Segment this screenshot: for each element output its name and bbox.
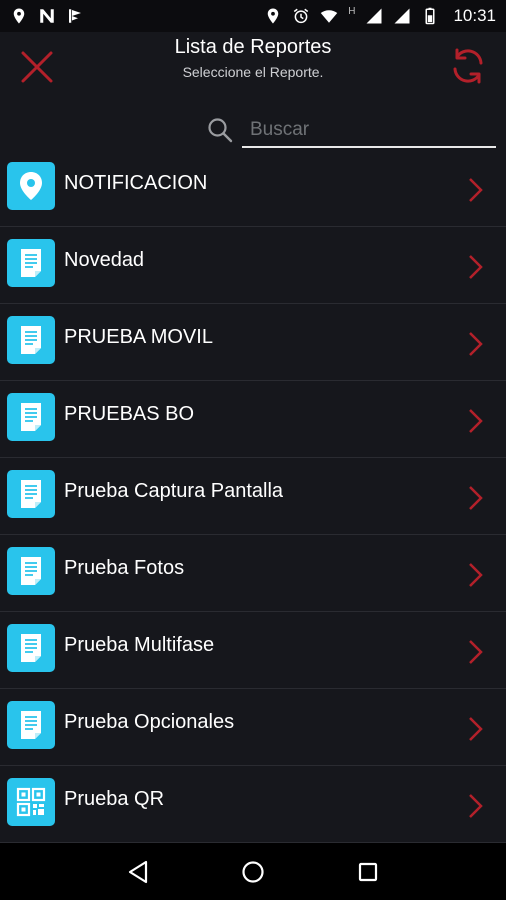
back-button[interactable] xyxy=(123,857,153,887)
list-item[interactable]: Prueba Fotos xyxy=(0,535,506,612)
status-right-icons: H 10:31 xyxy=(264,6,496,26)
list-item[interactable]: Prueba Opcionales xyxy=(0,689,506,766)
list-item-label: PRUEBAS BO xyxy=(64,403,195,425)
chevron-right-icon xyxy=(469,255,483,279)
document-icon xyxy=(7,239,55,287)
qr-code-icon xyxy=(7,778,55,826)
chevron-right-icon xyxy=(469,332,483,356)
back-icon xyxy=(128,860,147,883)
document-icon xyxy=(7,316,55,364)
list-item-label: NOTIFICACION xyxy=(64,172,208,194)
location-icon xyxy=(13,8,25,24)
signal-icon xyxy=(394,8,410,24)
status-left-icons xyxy=(10,7,84,25)
chevron-right-icon xyxy=(469,717,483,741)
list-item-label: Novedad xyxy=(64,249,145,271)
report-list: NOTIFICACION Novedad PRUEBA MOVIL PRUEBA… xyxy=(0,150,506,843)
list-item-label: Prueba Multifase xyxy=(64,634,215,656)
n-app-icon xyxy=(40,9,54,23)
refresh-button[interactable] xyxy=(448,46,488,86)
recents-button[interactable] xyxy=(353,857,383,887)
list-item-label: Prueba QR xyxy=(64,788,165,810)
list-item-label: PRUEBA MOVIL xyxy=(64,326,213,348)
search-icon xyxy=(208,118,233,143)
location-icon xyxy=(267,8,279,24)
recents-icon xyxy=(359,862,378,881)
chevron-right-icon xyxy=(469,794,483,818)
status-bar: H 10:31 xyxy=(0,0,506,32)
document-icon xyxy=(7,470,55,518)
flag-app-icon xyxy=(69,9,81,23)
battery-icon xyxy=(425,7,435,25)
document-icon xyxy=(7,547,55,595)
app-header: Lista de Reportes Seleccione el Reporte. xyxy=(0,32,506,102)
alarm-icon xyxy=(294,8,309,24)
document-icon xyxy=(7,624,55,672)
list-item[interactable]: Prueba Multifase xyxy=(0,612,506,689)
refresh-icon xyxy=(453,48,483,84)
search-input[interactable] xyxy=(242,114,496,148)
page-title: Lista de Reportes xyxy=(174,36,332,58)
navigation-bar xyxy=(0,843,506,900)
list-item[interactable]: PRUEBA MOVIL xyxy=(0,304,506,381)
search-bar xyxy=(0,108,506,154)
chevron-right-icon xyxy=(469,486,483,510)
list-item[interactable]: NOTIFICACION xyxy=(0,150,506,227)
home-icon xyxy=(242,860,264,883)
location-pin-icon xyxy=(7,162,55,210)
list-item[interactable]: Prueba QR xyxy=(0,766,506,843)
list-item[interactable]: Novedad xyxy=(0,227,506,304)
list-item[interactable]: PRUEBAS BO xyxy=(0,381,506,458)
list-item[interactable]: Prueba Captura Pantalla xyxy=(0,458,506,535)
wifi-icon xyxy=(320,10,338,23)
page-subtitle: Seleccione el Reporte. xyxy=(182,64,324,80)
signal-icon xyxy=(366,8,382,24)
list-item-label: Prueba Captura Pantalla xyxy=(64,480,284,502)
list-item-label: Prueba Fotos xyxy=(64,557,185,579)
chevron-right-icon xyxy=(469,640,483,664)
chevron-right-icon xyxy=(469,563,483,587)
document-icon xyxy=(7,393,55,441)
chevron-right-icon xyxy=(469,178,483,202)
network-type: H xyxy=(348,5,356,17)
document-icon xyxy=(7,701,55,749)
home-button[interactable] xyxy=(238,857,268,887)
list-item-label: Prueba Opcionales xyxy=(64,711,235,733)
clock: 10:31 xyxy=(453,6,496,25)
chevron-right-icon xyxy=(469,409,483,433)
